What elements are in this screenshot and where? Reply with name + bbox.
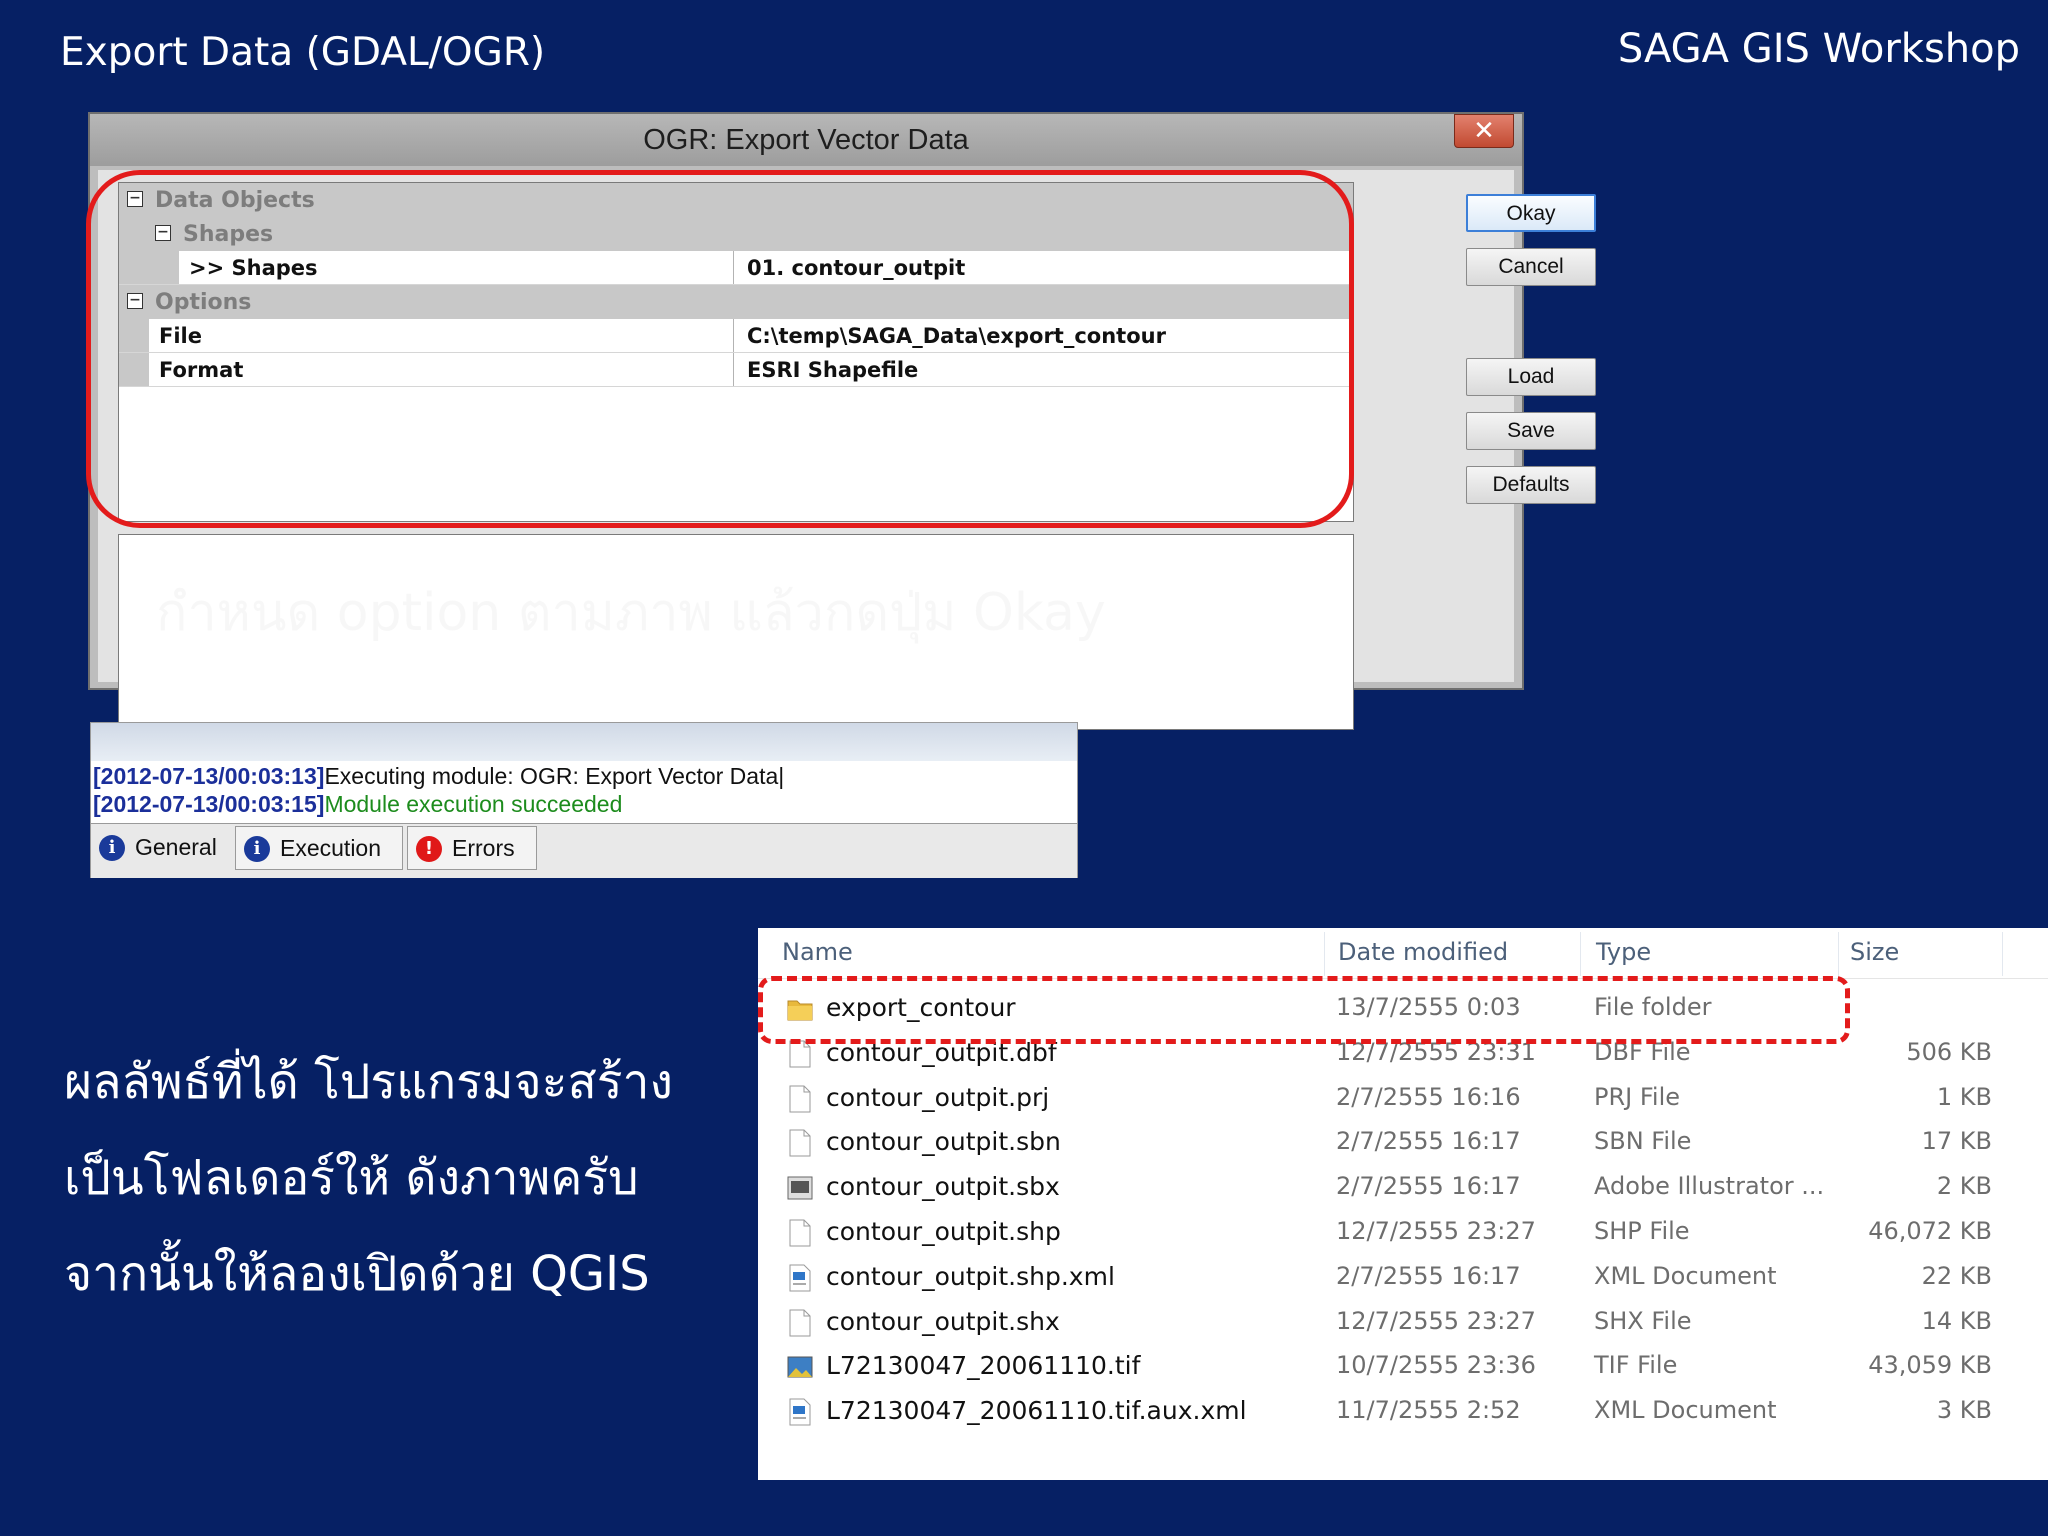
log-header [91, 723, 1077, 761]
file-size: 3 KB [1936, 1396, 1992, 1425]
defaults-button[interactable]: Defaults [1466, 466, 1596, 504]
file-row[interactable]: contour_outpit.sbn 2/7/2555 16:17 SBN File… [758, 1120, 2048, 1165]
file-type: XML Document [1594, 1396, 1777, 1425]
file-date: 2/7/2555 16:17 [1336, 1127, 1521, 1156]
caption-line-1: ผลลัพธ์ที่ได้ โปรแกรมจะสร้าง [64, 1054, 673, 1110]
column-header: Name Date modified Type Size [758, 928, 2048, 979]
okay-button[interactable]: Okay [1466, 194, 1596, 232]
file-name: L72130047_20061110.tif [826, 1351, 1141, 1381]
file-size: 43,059 KB [1868, 1351, 1992, 1380]
log-tabs: i General i Execution ! Errors [91, 823, 1077, 878]
tab-execution[interactable]: i Execution [235, 826, 403, 870]
file-row[interactable]: L72130047_20061110.tif.aux.xml 11/7/2555 … [758, 1389, 2048, 1434]
instruction-overlay: กำหนด option ตามภาพ แล้วกดปุ่ม Okay [156, 583, 1106, 643]
file-type: TIF File [1594, 1351, 1678, 1380]
highlight-box [86, 170, 1354, 528]
save-button[interactable]: Save [1466, 412, 1596, 450]
folder-highlight-box [758, 976, 1850, 1044]
tab-label: Errors [452, 835, 515, 861]
file-type: SBN File [1594, 1127, 1692, 1156]
xml-file-icon [786, 1397, 814, 1427]
dialog-title: OGR: Export Vector Data [643, 124, 969, 156]
message-log: [2012-07-13/00:03:13]Executing module: O… [90, 722, 1078, 878]
file-name: contour_outpit.shp [826, 1217, 1061, 1246]
file-name: contour_outpit.shp.xml [826, 1261, 1115, 1291]
log-timestamp: [2012-07-13/00:03:15] [93, 791, 325, 817]
file-date: 12/7/2555 23:27 [1336, 1306, 1536, 1335]
load-button[interactable]: Load [1466, 358, 1596, 396]
log-line: [2012-07-13/00:03:15]Module execution su… [93, 791, 622, 818]
file-name: contour_outpit.sbx [826, 1172, 1060, 1202]
file-row[interactable]: contour_outpit.sbx 2/7/2555 16:17 Adobe Il… [758, 1165, 2048, 1210]
column-divider[interactable] [1838, 932, 1839, 976]
file-type: SHP File [1594, 1217, 1690, 1245]
slide-brand: SAGA GIS Workshop [1617, 26, 2020, 72]
file-date: 2/7/2555 16:17 [1336, 1172, 1521, 1201]
file-name: contour_outpit.prj [826, 1082, 1050, 1112]
file-date: 11/7/2555 2:52 [1336, 1396, 1521, 1425]
xml-file-icon [786, 1263, 814, 1293]
file-name: contour_outpit.sbn [826, 1127, 1061, 1157]
tab-label: General [135, 834, 217, 860]
file-type: XML Document [1594, 1261, 1777, 1290]
file-row[interactable]: contour_outpit.prj 2/7/2555 16:16 PRJ File… [758, 1076, 2048, 1121]
file-date: 2/7/2555 16:17 [1336, 1261, 1521, 1290]
file-date: 2/7/2555 16:16 [1336, 1082, 1521, 1111]
column-date[interactable]: Date modified [1338, 938, 1508, 966]
column-type[interactable]: Type [1596, 938, 1651, 966]
caption-line-2: เป็นโฟลเดอร์ให้ ดังภาพครับ [64, 1150, 639, 1206]
file-type: Adobe Illustrator ... [1594, 1172, 1825, 1201]
file-type: PRJ File [1594, 1082, 1681, 1111]
tab-general[interactable]: i General [91, 826, 233, 870]
log-line: [2012-07-13/00:03:13]Executing module: O… [93, 763, 785, 789]
log-message: Module execution succeeded [324, 791, 623, 817]
image-file-icon [786, 1352, 814, 1382]
file-icon [786, 1128, 814, 1158]
cancel-button[interactable]: Cancel [1466, 248, 1596, 286]
log-message: Executing module: OGR: Export Vector Dat… [324, 763, 779, 789]
file-size: 2 KB [1936, 1172, 1992, 1201]
tab-errors[interactable]: ! Errors [407, 826, 537, 870]
column-divider[interactable] [1324, 932, 1325, 976]
column-size[interactable]: Size [1850, 938, 1899, 966]
info-icon: i [99, 835, 125, 861]
file-name: L72130047_20061110.tif.aux.xml [826, 1396, 1247, 1426]
file-size: 17 KB [1921, 1127, 1992, 1156]
file-size: 46,072 KB [1868, 1217, 1992, 1245]
file-name: contour_outpit.shx [826, 1306, 1060, 1336]
column-divider[interactable] [2002, 932, 2003, 976]
slide-title: Export Data (GDAL/OGR) [60, 30, 546, 75]
file-row[interactable]: L72130047_20061110.tif 10/7/2555 23:36 TIF… [758, 1344, 2048, 1389]
caption-line-3: จากนั้นให้ลองเปิดด้วย QGIS [64, 1246, 650, 1302]
column-divider[interactable] [1580, 932, 1581, 976]
column-name[interactable]: Name [782, 938, 853, 966]
file-row[interactable]: contour_outpit.shx 12/7/2555 23:27 SHX Fil… [758, 1300, 2048, 1345]
file-icon [786, 1218, 814, 1248]
file-date: 12/7/2555 23:27 [1336, 1217, 1536, 1245]
file-type: SHX File [1594, 1306, 1692, 1335]
error-icon: ! [416, 836, 442, 862]
file-size: 1 KB [1936, 1082, 1992, 1111]
tab-label: Execution [280, 835, 382, 861]
file-size: 14 KB [1921, 1306, 1992, 1335]
file-icon [786, 1084, 814, 1114]
info-run-icon: i [244, 836, 270, 862]
file-row[interactable]: contour_outpit.shp 12/7/2555 23:27 SHP Fil… [758, 1210, 2048, 1255]
file-date: 10/7/2555 23:36 [1336, 1351, 1536, 1380]
log-timestamp: [2012-07-13/00:03:13] [93, 763, 325, 789]
file-icon [786, 1308, 814, 1338]
close-button[interactable]: ✕ [1454, 114, 1514, 148]
file-size: 22 KB [1921, 1261, 1992, 1290]
illustrator-file-icon [786, 1173, 814, 1203]
file-row[interactable]: contour_outpit.shp.xml 2/7/2555 16:17 XML … [758, 1255, 2048, 1300]
